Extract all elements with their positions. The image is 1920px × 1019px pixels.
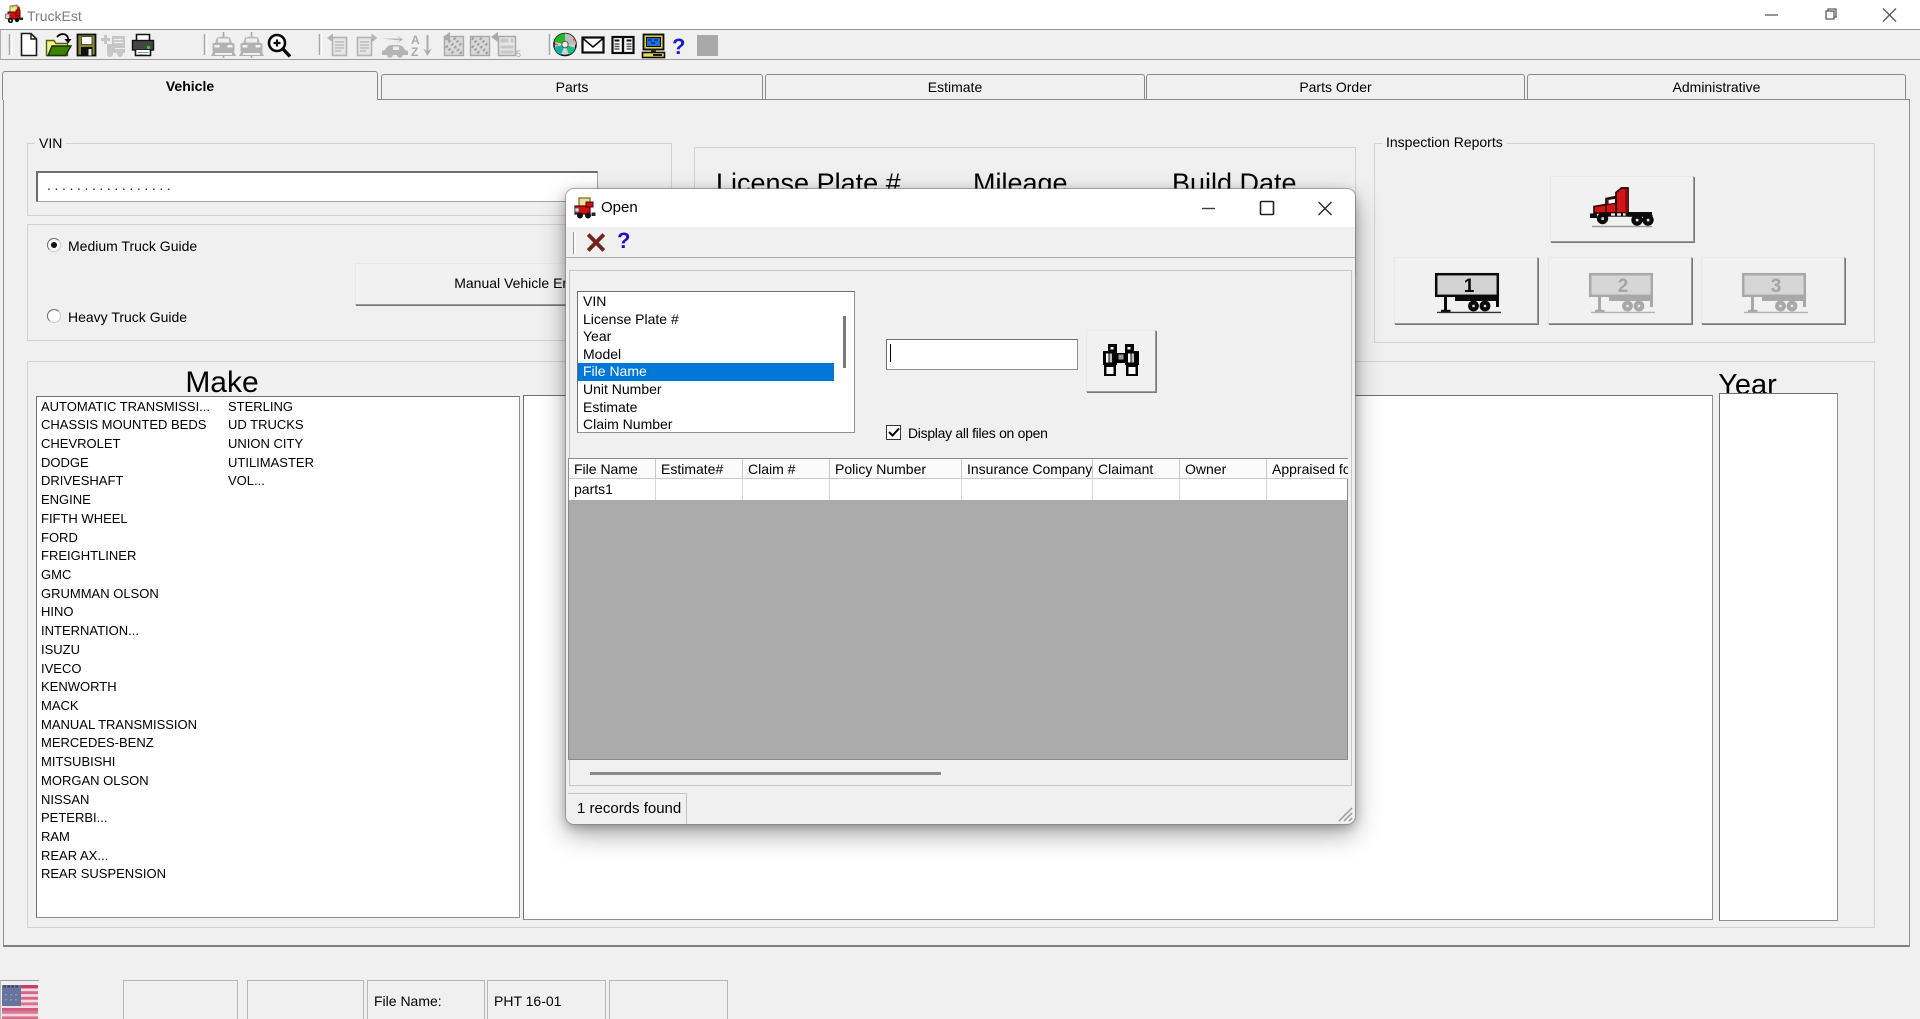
svg-text:2: 2 — [1618, 276, 1629, 297]
svg-text:Z: Z — [411, 45, 418, 59]
svg-text:5: 5 — [516, 49, 521, 59]
svg-text:1: 1 — [1464, 276, 1475, 297]
svg-text:?: ? — [672, 34, 685, 59]
svg-text:3: 3 — [1771, 276, 1782, 297]
